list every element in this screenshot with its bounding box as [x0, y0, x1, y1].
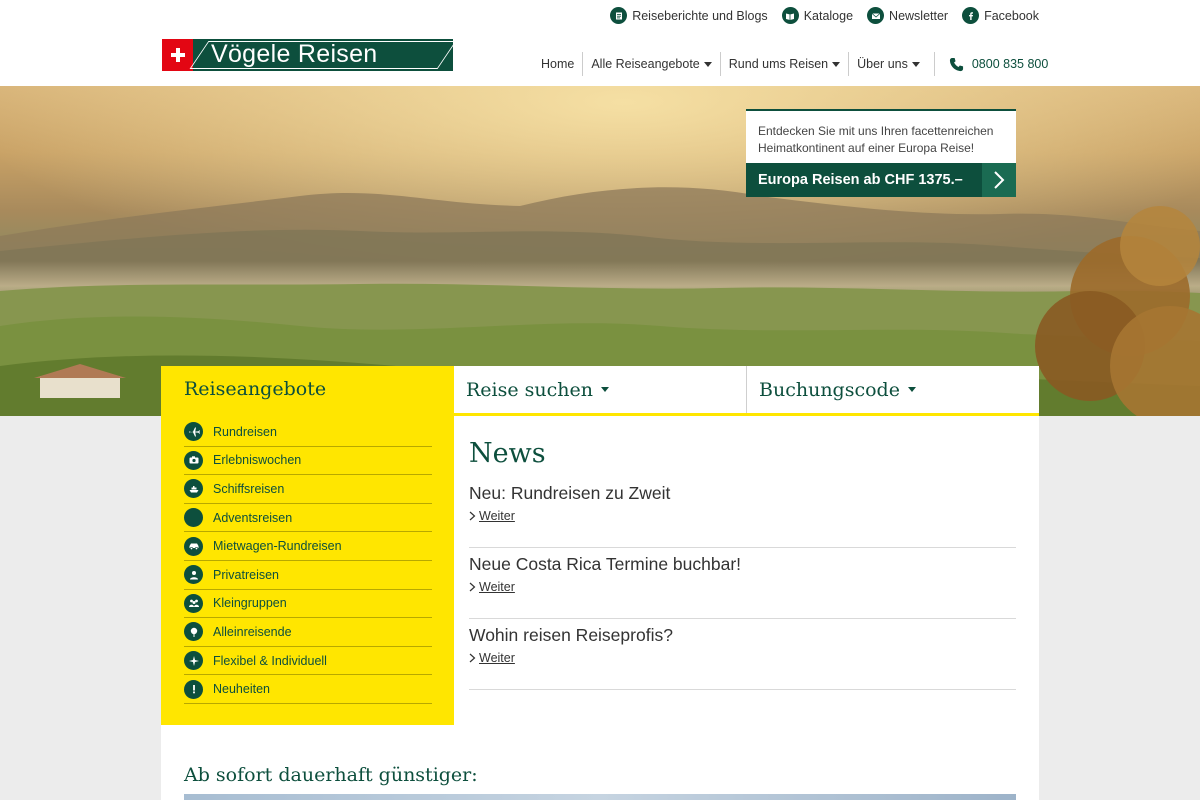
offers-sidebar: Reiseangebote Rundreisen Erlebniswochen … [161, 366, 454, 725]
sidebar-item-label: Neuheiten [213, 682, 270, 697]
tab-buchungscode[interactable]: Buchungscode [746, 366, 1039, 413]
newsletter-link[interactable]: Newsletter [867, 7, 948, 24]
news-more-link[interactable]: Weiter [469, 509, 515, 523]
sidebar-item-label: Schiffsreisen [213, 481, 285, 496]
sidebar-item-neuheiten[interactable]: Neuheiten [184, 675, 432, 704]
single-traveler-icon [184, 622, 203, 642]
nav-travel-info[interactable]: Rund ums Reisen [719, 52, 848, 76]
sidebar-item-label: Adventsreisen [213, 510, 293, 525]
newsletter-link-label: Newsletter [889, 8, 949, 23]
phone-icon [949, 57, 963, 71]
sidebar-item-adventsreisen[interactable]: Adventsreisen [184, 504, 432, 533]
news-item: Wohin reisen Reiseprofis? Weiter [469, 619, 1016, 690]
offers-list: Rundreisen Erlebniswochen Schiffsreisen … [184, 418, 432, 704]
facebook-link[interactable]: Facebook [962, 7, 1039, 24]
news-section: News Neu: Rundreisen zu Zweit Weiter Neu… [469, 438, 1016, 690]
blog-icon [610, 7, 628, 24]
news-item: Neu: Rundreisen zu Zweit Weiter [469, 477, 1016, 548]
logo-text: Vögele Reisen [211, 40, 378, 68]
facebook-icon [962, 7, 980, 24]
sidebar-title: Reiseangebote [184, 378, 327, 400]
chevron-right-icon [469, 653, 476, 663]
nav-all-offers[interactable]: Alle Reiseangebote [582, 52, 719, 76]
promo-button-label: Europa Reisen ab CHF 1375.– [758, 172, 963, 188]
newsletter-icon [867, 7, 885, 24]
promo-box: Entdecken Sie mit uns Ihren facettenreic… [746, 109, 1016, 197]
facebook-link-label: Facebook [984, 8, 1039, 23]
section-image [184, 794, 1016, 800]
tab-label: Reise suchen [466, 378, 594, 401]
main-navigation: Home Alle Reiseangebote Rund ums Reisen … [533, 52, 1048, 76]
news-more-label: Weiter [479, 651, 515, 665]
nav-all-offers-label: Alle Reiseangebote [591, 57, 700, 71]
sidebar-item-alleinreisende[interactable]: Alleinreisende [184, 618, 432, 647]
sidebar-item-label: Mietwagen-Rundreisen [213, 539, 342, 554]
nav-about-label: Über uns [857, 57, 908, 71]
nav-home-label: Home [541, 57, 575, 71]
caret-down-icon [907, 387, 916, 392]
sidebar-item-flexibel[interactable]: Flexibel & Individuell [184, 647, 432, 676]
news-more-link[interactable]: Weiter [469, 651, 515, 665]
group-icon [184, 593, 203, 613]
search-tabs: Reise suchen Buchungscode [454, 366, 1039, 416]
tab-reise-suchen[interactable]: Reise suchen [454, 366, 746, 413]
site-header: Reiseberichte und Blogs Kataloge Newslet… [0, 0, 1200, 86]
private-icon [184, 565, 203, 585]
compass-icon [184, 651, 203, 671]
news-title: News [469, 438, 546, 469]
tab-label: Buchungscode [759, 378, 900, 401]
airplane-icon [184, 422, 203, 442]
news-headline[interactable]: Neu: Rundreisen zu Zweit [469, 483, 1016, 504]
caret-down-icon [832, 61, 841, 67]
blog-link-label: Reiseberichte und Blogs [632, 8, 768, 23]
sidebar-item-label: Privatreisen [213, 567, 279, 582]
sidebar-item-label: Alleinreisende [213, 624, 292, 639]
phone-number: 0800 835 800 [971, 57, 1049, 71]
sidebar-item-erlebniswochen[interactable]: Erlebniswochen [184, 447, 432, 476]
chevron-right-icon [469, 582, 476, 592]
sidebar-item-kleingruppen[interactable]: Kleingruppen [184, 590, 432, 619]
advent-icon [184, 508, 203, 528]
sidebar-item-label: Kleingruppen [213, 596, 287, 611]
top-links-bar: Reiseberichte und Blogs Kataloge Newslet… [610, 7, 1039, 24]
news-more-label: Weiter [479, 580, 515, 594]
sidebar-item-privatreisen[interactable]: Privatreisen [184, 561, 432, 590]
catalog-link[interactable]: Kataloge [781, 7, 854, 24]
news-headline[interactable]: Wohin reisen Reiseprofis? [469, 625, 1016, 646]
chevron-right-icon [982, 163, 1016, 197]
sidebar-item-rundreisen[interactable]: Rundreisen [184, 418, 432, 447]
chevron-right-icon [469, 511, 476, 521]
site-logo[interactable]: Vögele Reisen [162, 39, 457, 71]
phone-link[interactable]: 0800 835 800 [933, 52, 1049, 76]
ship-icon [184, 479, 203, 499]
news-more-link[interactable]: Weiter [469, 580, 515, 594]
sidebar-item-label: Flexibel & Individuell [213, 653, 327, 668]
news-headline[interactable]: Neue Costa Rica Termine buchbar! [469, 554, 1016, 575]
swiss-cross-icon [162, 39, 193, 71]
promo-text: Entdecken Sie mit uns Ihren facettenreic… [758, 124, 994, 155]
nav-about[interactable]: Über uns [848, 52, 928, 76]
exclamation-icon [184, 679, 203, 699]
catalog-link-label: Kataloge [803, 8, 854, 23]
catalog-icon [781, 7, 799, 24]
sidebar-item-mietwagen[interactable]: Mietwagen-Rundreisen [184, 532, 432, 561]
caret-down-icon [601, 387, 610, 392]
caret-down-icon [703, 61, 712, 67]
news-item: Neue Costa Rica Termine buchbar! Weiter [469, 548, 1016, 619]
caret-down-icon [911, 61, 920, 67]
sidebar-item-schiffsreisen[interactable]: Schiffsreisen [184, 475, 432, 504]
camera-icon [184, 450, 203, 470]
car-icon [184, 536, 203, 556]
sidebar-item-label: Erlebniswochen [213, 453, 302, 468]
sidebar-item-label: Rundreisen [213, 424, 277, 439]
logo-wordmark: Vögele Reisen [189, 39, 457, 71]
news-more-label: Weiter [479, 509, 515, 523]
main-content: Reiseangebote Rundreisen Erlebniswochen … [161, 366, 1039, 800]
blog-link[interactable]: Reiseberichte und Blogs [610, 7, 768, 24]
section-title: Ab sofort dauerhaft günstiger: [184, 764, 478, 786]
promo-button[interactable]: Europa Reisen ab CHF 1375.– [746, 163, 1016, 197]
nav-home[interactable]: Home [533, 52, 582, 76]
nav-travel-info-label: Rund ums Reisen [728, 57, 829, 71]
